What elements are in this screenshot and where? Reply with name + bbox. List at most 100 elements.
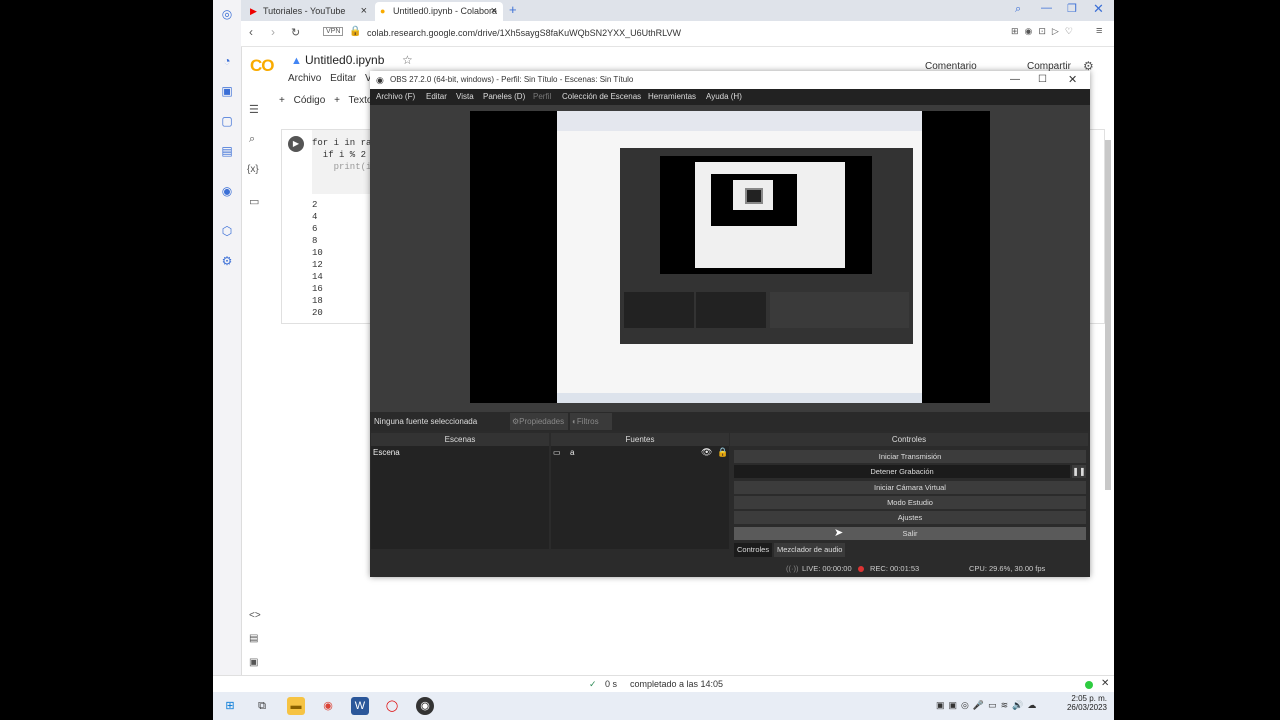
maximize-icon[interactable]: ☐: [1038, 71, 1047, 89]
browser-logo-icon[interactable]: ◎: [220, 7, 234, 21]
start-icon[interactable]: ⊞: [221, 697, 239, 715]
colab-logo[interactable]: CO: [250, 56, 274, 76]
code-editor[interactable]: for i in ra if i % 2 print(i: [312, 130, 372, 194]
exit-button[interactable]: Salir: [734, 527, 1086, 540]
terminal-icon[interactable]: ▣: [249, 657, 258, 668]
output-line: 12: [312, 260, 323, 270]
chrome-icon[interactable]: ◉: [319, 697, 337, 715]
menu-icon[interactable]: ≡: [1096, 25, 1102, 37]
url-field[interactable]: colab.research.google.com/drive/1Xh5sayg…: [367, 25, 681, 41]
search-icon[interactable]: ⌕: [1015, 3, 1021, 16]
menu-archivo[interactable]: Archivo: [288, 73, 321, 84]
system-tray-icons[interactable]: ▣▣◎🎤▭≋🔊☁: [936, 700, 1040, 711]
task-view-icon[interactable]: ⧉: [253, 697, 271, 715]
run-button[interactable]: ▶: [288, 136, 304, 152]
controls-dock: Controles Iniciar Transmisión Detener Gr…: [730, 433, 1088, 557]
speed-dial-icon[interactable]: ◔: [220, 54, 234, 68]
menu-paneles[interactable]: Paneles (D): [483, 89, 525, 105]
reload-icon[interactable]: ↻: [291, 26, 300, 39]
close-icon[interactable]: ×: [491, 2, 497, 21]
controls-header: Controles: [730, 433, 1088, 446]
source-item[interactable]: a: [570, 448, 574, 457]
eye-icon[interactable]: 👁: [701, 447, 712, 458]
menu-editar[interactable]: Editar: [426, 89, 447, 105]
tab-audio-mixer[interactable]: Mezclador de audio: [774, 543, 846, 557]
box-icon[interactable]: ⬡: [220, 224, 234, 238]
start-stream-button[interactable]: Iniciar Transmisión: [734, 450, 1086, 463]
folder-icon[interactable]: ▭: [249, 195, 259, 208]
messenger-icon[interactable]: ▢: [220, 114, 234, 128]
minimize-icon[interactable]: —: [1041, 2, 1052, 14]
toc-icon[interactable]: ☰: [249, 103, 259, 116]
preview-area: [370, 105, 1090, 412]
check-icon: ✓: [589, 679, 597, 689]
word-icon[interactable]: W: [351, 697, 369, 715]
tab-label: Untitled0.ipynb - Colabora: [393, 6, 498, 16]
code-snippets-icon[interactable]: <>: [249, 610, 261, 621]
drive-icon: ▲: [291, 55, 302, 67]
nested-screen-inner: [711, 174, 797, 226]
search-icon[interactable]: ⌕: [249, 133, 255, 146]
pause-icon[interactable]: ❚❚: [1072, 465, 1086, 478]
nested-screen: [695, 162, 845, 268]
back-icon[interactable]: ‹: [249, 25, 253, 39]
vpn-badge[interactable]: VPN: [323, 27, 344, 36]
close-icon[interactable]: ✕: [1101, 678, 1109, 689]
nested-screen-inner-3: [745, 188, 763, 204]
forward-icon[interactable]: ›: [271, 25, 275, 39]
variables-icon[interactable]: {x}: [247, 164, 259, 175]
player-icon[interactable]: ◉: [220, 184, 234, 198]
add-code-button[interactable]: + Código: [279, 95, 325, 106]
menu-archivo[interactable]: Archivo (F): [376, 89, 415, 105]
clock[interactable]: 2:05 p. m. 26/03/2023: [1063, 694, 1107, 712]
nested-scenes: [624, 292, 694, 328]
add-text-button[interactable]: + Texto: [334, 95, 372, 106]
address-actions[interactable]: ⊞◉⊡▷♡: [1011, 26, 1079, 37]
settings-button[interactable]: Ajustes: [734, 511, 1086, 524]
output-line: 6: [312, 224, 318, 234]
tab-youtube[interactable]: ▶ Tutoriales - YouTube ×: [245, 2, 373, 21]
close-icon[interactable]: ×: [361, 2, 367, 21]
menu-vista[interactable]: Vista: [456, 89, 474, 105]
studio-mode-button[interactable]: Modo Estudio: [734, 496, 1086, 509]
lock-icon[interactable]: 🔒: [717, 447, 728, 458]
scrollbar[interactable]: [1105, 140, 1111, 490]
menu-editar[interactable]: Editar: [330, 73, 356, 84]
bag-icon[interactable]: ▣: [220, 84, 234, 98]
display-icon: ▭: [553, 448, 561, 457]
notebook-title[interactable]: Untitled0.ipynb: [305, 53, 384, 67]
no-source-label: Ninguna fuente seleccionada: [374, 417, 478, 426]
date: 26/03/2023: [1066, 703, 1107, 712]
rec-time: REC: 00:01:53: [870, 564, 920, 573]
preview-canvas[interactable]: [470, 111, 990, 403]
tab-controls[interactable]: Controles: [734, 543, 773, 557]
time: 2:05 p. m.: [1071, 694, 1107, 703]
menu-coleccion[interactable]: Colección de Escenas: [562, 89, 641, 105]
code-line: print(i: [312, 162, 372, 172]
menu-perfil[interactable]: Perfil: [533, 89, 551, 105]
live-time: LIVE: 00:00:00: [802, 564, 852, 573]
menu-herramientas[interactable]: Herramientas: [648, 89, 696, 105]
properties-button[interactable]: ⚙Propiedades: [510, 413, 568, 430]
star-icon[interactable]: ☆: [402, 53, 413, 67]
close-window-icon[interactable]: ✕: [1093, 1, 1104, 17]
settings-icon[interactable]: ⚙: [220, 254, 234, 268]
scene-item[interactable]: Escena: [373, 448, 400, 457]
new-tab-button[interactable]: +: [509, 2, 517, 17]
file-explorer-icon[interactable]: ▬: [287, 697, 305, 715]
filters-button[interactable]: ◐Filtros: [570, 413, 612, 430]
output-line: 16: [312, 284, 323, 294]
browser-sidebar: ◎ ◔ ▣ ▢ ▤ ◉ ⬡ ⚙ ⋯: [213, 0, 242, 692]
command-palette-icon[interactable]: ▤: [249, 633, 258, 644]
opera-icon[interactable]: ◯: [383, 697, 401, 715]
minimize-icon[interactable]: —: [1010, 71, 1020, 89]
whatsapp-icon[interactable]: ▤: [220, 144, 234, 158]
virtual-camera-button[interactable]: Iniciar Cámara Virtual: [734, 481, 1086, 494]
restore-icon[interactable]: ❐: [1067, 2, 1077, 15]
output-line: 14: [312, 272, 323, 282]
close-icon[interactable]: ✕: [1068, 71, 1077, 89]
menu-ayuda[interactable]: Ayuda (H): [706, 89, 742, 105]
stop-recording-button[interactable]: Detener Grabación: [734, 465, 1070, 478]
obs-icon[interactable]: ◉: [416, 697, 434, 715]
tab-colab[interactable]: ● Untitled0.ipynb - Colabora ×: [375, 2, 503, 21]
